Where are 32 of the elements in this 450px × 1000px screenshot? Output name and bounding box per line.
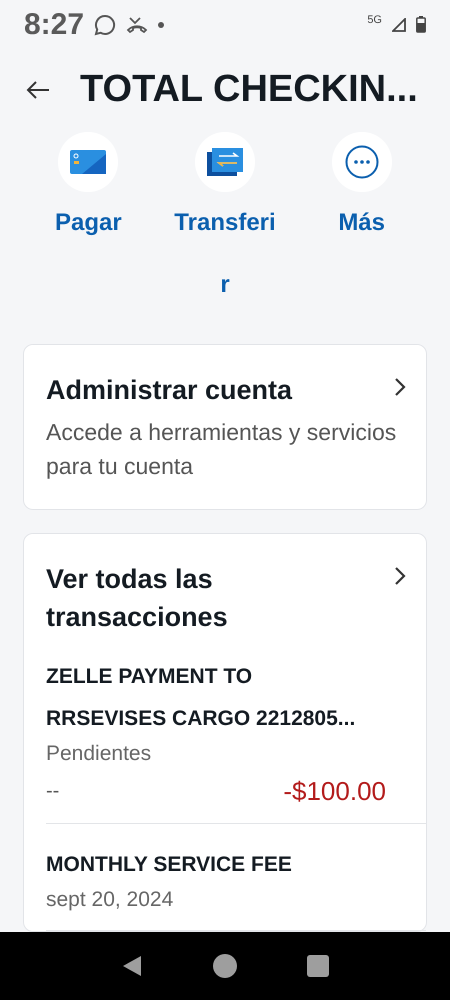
transfer-icon — [206, 148, 243, 176]
battery-icon — [416, 16, 426, 34]
action-button[interactable]: Pagar — [20, 132, 157, 316]
action-button[interactable]: Más — [293, 132, 430, 316]
transaction-status: sept 20, 2024 — [46, 887, 174, 914]
transaction-status: Pendientes — [46, 741, 152, 768]
card-title[interactable]: Ver todas las transacciones — [46, 560, 306, 636]
transaction-name: ZELLE PAYMENT TO — [46, 664, 254, 690]
manage-account-card[interactable]: Administrar cuenta Accede a herramientas y servicios para tu cuenta — [23, 344, 427, 510]
missed-call-icon — [126, 16, 148, 34]
transaction-name: MONTHLY SERVICE FEE — [46, 852, 293, 878]
credit-card-icon — [70, 150, 106, 174]
page-title: TOTAL CHECKIN... — [80, 68, 418, 112]
transaction-name: RRSEVISES CARGO 2212805... — [46, 706, 356, 732]
more-icon — [344, 144, 379, 179]
card-title: Administrar cuenta — [46, 374, 292, 408]
home-icon[interactable] — [213, 954, 237, 978]
chevron-right-icon — [394, 377, 406, 398]
signal-icon — [392, 18, 406, 32]
status-time: 8:27 — [24, 8, 84, 42]
network-type: 5G — [367, 14, 382, 26]
transaction-balance: -- — [46, 780, 60, 804]
back-icon[interactable] — [121, 954, 143, 978]
transaction-row[interactable]: MONTHLY SERVICE FEE sept 20, 2024 — [46, 824, 426, 932]
transaction-amount: -$100.00 — [283, 776, 386, 808]
transaction-row[interactable]: ZELLE PAYMENT TO RRSEVISES CARGO 2212805... Pendientes -- -$100.00 — [46, 636, 426, 824]
card-description: Accede a herramientas y servicios para tu cuenta — [46, 418, 398, 482]
chat-icon — [94, 14, 116, 36]
action-button[interactable]: Transferi r — [156, 132, 294, 316]
dot-icon — [158, 22, 164, 28]
chevron-right-icon — [394, 566, 406, 586]
back-arrow-icon[interactable] — [26, 80, 50, 100]
